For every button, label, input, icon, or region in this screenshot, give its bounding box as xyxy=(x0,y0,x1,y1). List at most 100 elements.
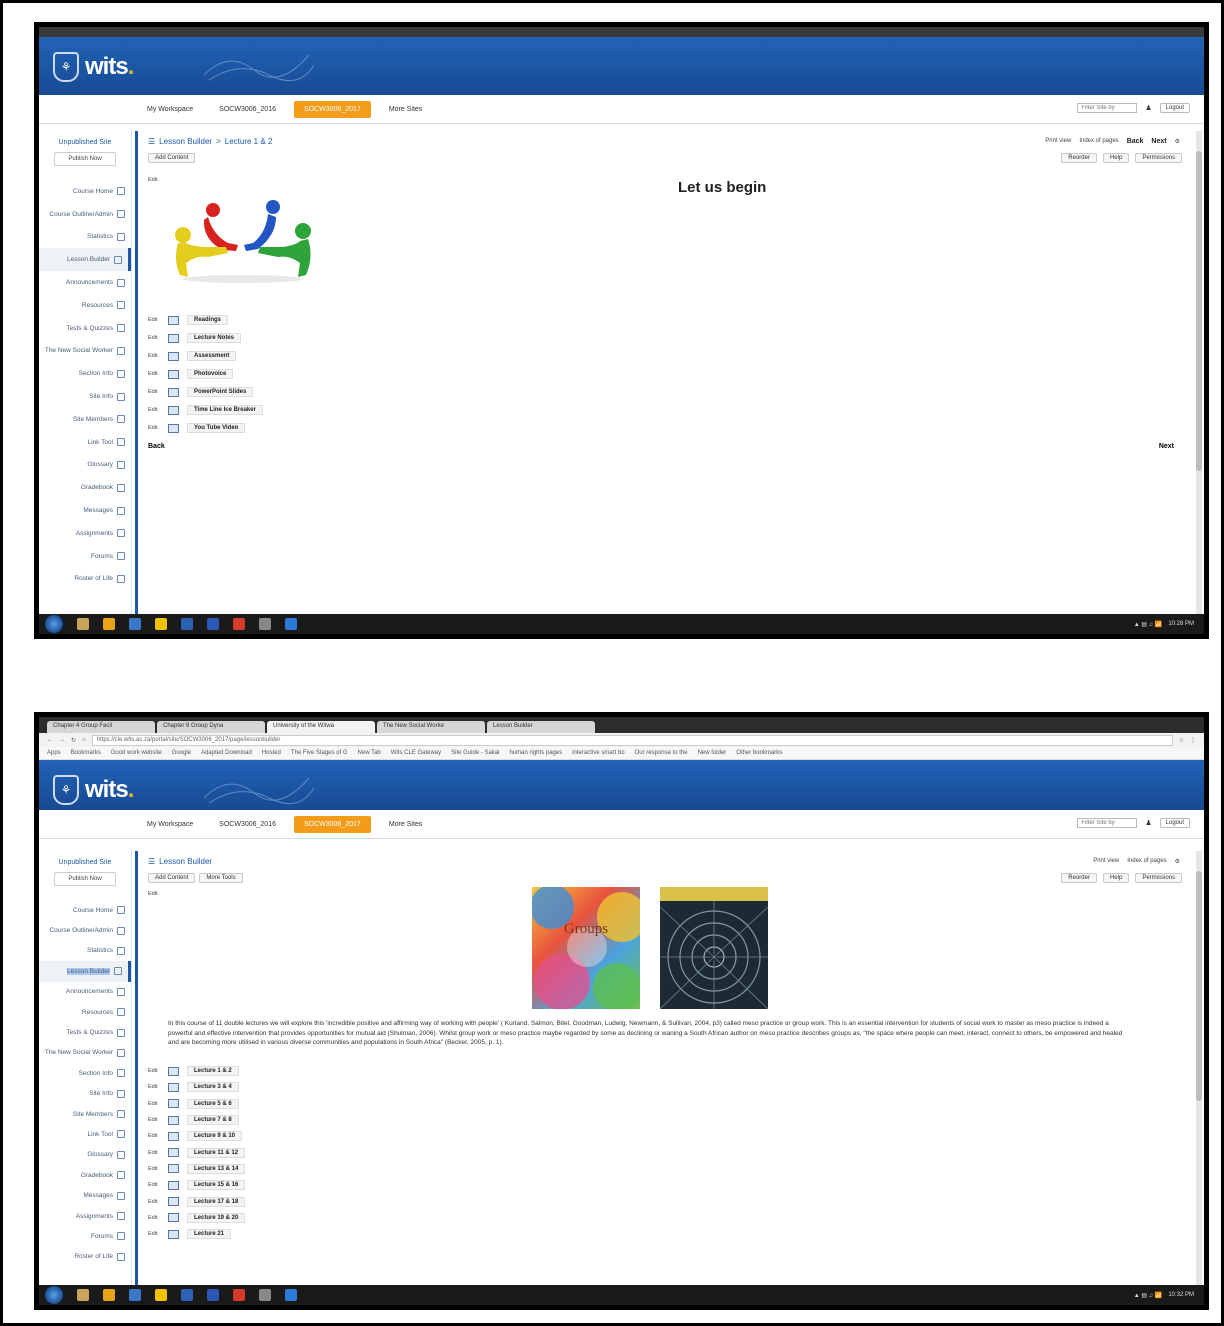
link-lecture[interactable]: Lecture 7 & 8 xyxy=(187,1115,239,1126)
media-icon[interactable] xyxy=(233,618,245,630)
menu-icon[interactable]: ⋮ xyxy=(1190,737,1196,744)
link-lecture[interactable]: Lecture 13 & 14 xyxy=(187,1163,246,1174)
link-lecture-notes[interactable]: Lecture Notes xyxy=(187,333,242,343)
reorder-button[interactable]: Reorder xyxy=(1061,153,1097,163)
sidebar-item-new-social-worker[interactable]: The New Social Worker xyxy=(39,340,131,363)
bookmark-item[interactable]: Bookmarks xyxy=(71,750,101,756)
outlook-icon[interactable] xyxy=(207,1289,219,1301)
permissions-button[interactable]: Permissions xyxy=(1135,153,1182,163)
reload-icon[interactable]: ↻ xyxy=(71,737,76,744)
bookmark-item[interactable]: human rights pages xyxy=(510,750,563,756)
link-lecture[interactable]: Lecture 17 & 18 xyxy=(187,1196,246,1207)
index-pages-link[interactable]: Index of pages xyxy=(1079,138,1118,145)
logout-button[interactable]: Logout xyxy=(1159,818,1190,828)
ie-icon[interactable] xyxy=(181,618,193,630)
link-lecture[interactable]: Lecture 15 & 16 xyxy=(187,1180,246,1191)
page-scrollbar[interactable] xyxy=(1196,851,1202,1285)
word-icon[interactable] xyxy=(129,1289,141,1301)
link-assessment[interactable]: Assessment xyxy=(187,351,237,361)
sidebar-item-assignments[interactable]: Assignments xyxy=(39,1206,131,1226)
bookmark-item[interactable]: New folder xyxy=(698,750,727,756)
folder-icon[interactable] xyxy=(103,618,115,630)
edit-tag[interactable]: Edit xyxy=(148,1068,162,1074)
wits-logo[interactable]: ⚘ wits. xyxy=(53,770,183,810)
explorer-icon[interactable] xyxy=(77,1289,89,1301)
next-top-link[interactable]: Next xyxy=(1151,138,1166,145)
user-icon[interactable]: ♟ xyxy=(1145,104,1151,112)
logout-button[interactable]: Logout xyxy=(1159,103,1190,113)
sidebar-item-resources[interactable]: Resources xyxy=(39,294,131,317)
bookmark-item[interactable]: Google xyxy=(172,750,191,756)
sidebar-item-forums[interactable]: Forums xyxy=(39,545,131,568)
word-icon[interactable] xyxy=(129,618,141,630)
add-content-button[interactable]: Add Content xyxy=(148,153,196,163)
crumb-lesson-builder[interactable]: Lesson Builder xyxy=(159,137,212,146)
back-top-link[interactable]: Back xyxy=(1127,138,1144,145)
app-icon[interactable] xyxy=(285,1289,297,1301)
edit-tag[interactable]: Edit xyxy=(148,891,162,897)
link-lecture[interactable]: Lecture 11 & 12 xyxy=(187,1147,246,1158)
sidebar-item-messages[interactable]: Messages xyxy=(39,499,131,522)
browser-tab[interactable]: Chapter 8 Group Dyna xyxy=(157,721,265,733)
edit-tag[interactable]: Edit xyxy=(148,389,162,395)
sidebar-item-statistics[interactable]: Statistics xyxy=(39,226,131,249)
browser-tab[interactable]: Chapter 4 Group Facil xyxy=(47,721,155,733)
link-youtube[interactable]: You Tube Video xyxy=(187,423,246,433)
edit-tag[interactable]: Edit xyxy=(148,177,162,183)
publish-button[interactable]: Publish Now xyxy=(54,152,116,166)
index-pages-link[interactable]: Index of pages xyxy=(1127,858,1166,865)
sidebar-item-course-outline[interactable]: Course Outline/Admin xyxy=(39,203,131,226)
sidebar-item-statistics[interactable]: Statistics xyxy=(39,941,131,961)
sidebar-item-section-info[interactable]: Section Info xyxy=(39,362,131,385)
sidebar-item-gradebook[interactable]: Gradebook xyxy=(39,476,131,499)
sidebar-item-roster[interactable]: Roster of Life xyxy=(39,1247,131,1267)
page-scrollbar[interactable] xyxy=(1196,131,1202,614)
nav-site-2017[interactable]: SOCW3006_2017 xyxy=(294,815,371,833)
edit-tag[interactable]: Edit xyxy=(148,1231,162,1237)
sidebar-item-site-info[interactable]: Site Info xyxy=(39,385,131,408)
sidebar-item-tests[interactable]: Tests & Quizzes xyxy=(39,317,131,340)
edit-tag[interactable]: Edit xyxy=(148,1182,162,1188)
edit-tag[interactable]: Edit xyxy=(148,371,162,377)
star-icon[interactable]: ☆ xyxy=(1179,737,1184,744)
link-lecture[interactable]: Lecture 21 xyxy=(187,1229,232,1240)
media-icon[interactable] xyxy=(233,1289,245,1301)
publish-button[interactable]: Publish Now xyxy=(54,872,116,886)
settings-icon[interactable]: ⚙ xyxy=(1175,138,1180,145)
sidebar-item-announcements[interactable]: Announcements xyxy=(39,982,131,1002)
help-button[interactable]: Help xyxy=(1102,873,1130,883)
forward-icon[interactable]: → xyxy=(59,737,65,743)
wits-logo[interactable]: ⚘ wits. xyxy=(53,47,183,87)
sidebar-item-site-info[interactable]: Site Info xyxy=(39,1084,131,1104)
bookmark-item[interactable]: Good work website xyxy=(111,750,162,756)
sidebar-item-forums[interactable]: Forums xyxy=(39,1226,131,1246)
link-readings[interactable]: Readings xyxy=(187,315,229,325)
edit-tag[interactable]: Edit xyxy=(148,1215,162,1221)
chrome-icon[interactable] xyxy=(155,1289,167,1301)
bookmark-item[interactable]: Apps xyxy=(47,750,61,756)
edit-tag[interactable]: Edit xyxy=(148,317,162,323)
link-ice-breaker[interactable]: Time Line Ice Breaker xyxy=(187,405,263,415)
user-icon[interactable]: ♟ xyxy=(1145,819,1151,827)
reorder-button[interactable]: Reorder xyxy=(1061,873,1097,883)
bookmark-item[interactable]: New Tab xyxy=(358,750,381,756)
sidebar-item-link-tool[interactable]: Link Tool xyxy=(39,431,131,454)
sidebar-item-lesson-builder[interactable]: Lesson Builder xyxy=(39,961,131,982)
sidebar-item-glossary[interactable]: Glossary xyxy=(39,454,131,477)
site-filter-input[interactable] xyxy=(1077,103,1138,113)
nav-more-sites[interactable]: More Sites xyxy=(381,818,430,831)
crumb-toggle-icon[interactable]: ☰ xyxy=(148,137,155,146)
outlook-icon[interactable] xyxy=(207,618,219,630)
nav-my-workspace[interactable]: My Workspace xyxy=(139,818,201,831)
start-button-icon[interactable] xyxy=(45,1286,63,1304)
permissions-button[interactable]: Permissions xyxy=(1135,873,1182,883)
edit-tag[interactable]: Edit xyxy=(148,407,162,413)
edit-tag[interactable]: Edit xyxy=(148,353,162,359)
next-bottom-link[interactable]: Next xyxy=(1159,443,1174,450)
chrome-icon[interactable] xyxy=(155,618,167,630)
sidebar-item-assignments[interactable]: Assignments xyxy=(39,522,131,545)
folder-icon[interactable] xyxy=(103,1289,115,1301)
link-lecture[interactable]: Lecture 1 & 2 xyxy=(187,1066,239,1077)
bookmark-item[interactable]: Hosted xyxy=(262,750,281,756)
home-icon[interactable]: ⌂ xyxy=(82,737,86,743)
